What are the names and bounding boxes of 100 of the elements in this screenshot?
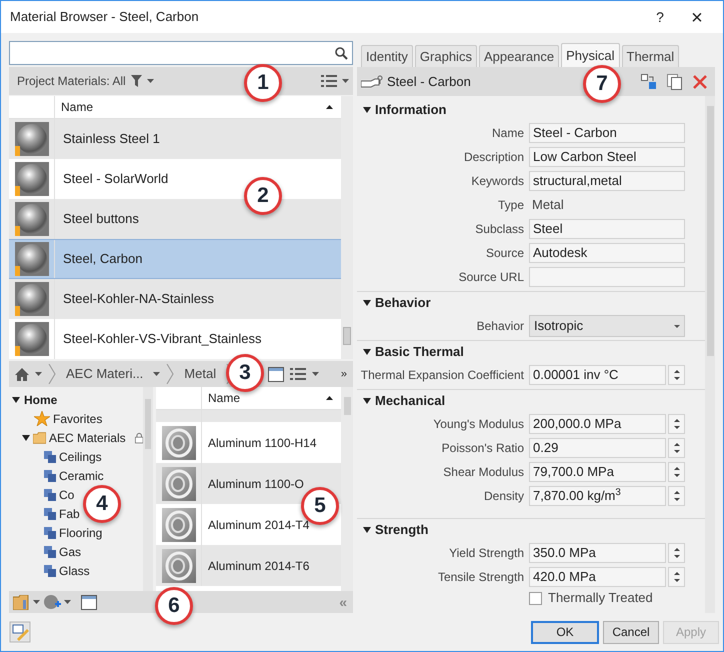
field-value: 7,870.00 kg/m$^{3}$	[533, 486, 621, 506]
breadcrumb-item[interactable]: Metal	[180, 364, 220, 384]
property-label: Source	[486, 245, 524, 262]
tab[interactable]: Physical	[561, 43, 620, 67]
text-field[interactable]: 0.00001 inv °C	[529, 365, 666, 385]
delete-icon[interactable]	[693, 74, 707, 88]
scrollbar[interactable]	[143, 387, 153, 591]
scrollbar[interactable]	[341, 96, 353, 359]
scrollbar[interactable]	[705, 96, 715, 613]
tree-item[interactable]: Flooring	[59, 524, 102, 542]
field-value: 79,700.0 MPa	[533, 463, 614, 482]
caret-icon[interactable]	[342, 79, 349, 83]
spin-button[interactable]	[668, 567, 685, 587]
material-name: Steel-Kohler-VS-Vibrant_Stainless	[62, 330, 262, 348]
more-button[interactable]: »	[340, 366, 347, 382]
tree-item[interactable]: Fab	[59, 504, 80, 522]
tree-item[interactable]: AEC Materials	[48, 428, 126, 446]
property-label: Behavior	[476, 318, 524, 335]
checkbox[interactable]	[529, 592, 542, 604]
dialog-button[interactable]: OK	[531, 620, 599, 644]
tab[interactable]: Graphics	[414, 45, 477, 67]
spin-button[interactable]	[668, 462, 685, 482]
property-label: Yield Strength	[449, 545, 524, 562]
sphere-icon	[14, 242, 48, 276]
copy-icon[interactable]	[667, 74, 683, 90]
text-field[interactable]	[529, 267, 685, 287]
material-row[interactable]: Steel, Carbon	[9, 239, 341, 279]
text-field[interactable]: 7,870.00 kg/m$^{3}$	[529, 486, 666, 506]
add-globe-icon[interactable]	[43, 594, 61, 610]
spin-button[interactable]	[668, 543, 685, 563]
caret-icon[interactable]	[64, 600, 71, 604]
caret-icon[interactable]	[153, 372, 160, 376]
expander-icon[interactable]	[12, 396, 20, 404]
callout-marker: 6	[155, 587, 193, 625]
section-heading[interactable]: Strength	[375, 520, 428, 540]
dropdown[interactable]: Isotropic	[529, 315, 685, 337]
material-row[interactable]: Aluminum 2014-T6	[156, 545, 341, 586]
tree-item[interactable]: Favorites	[53, 410, 102, 428]
spin-button[interactable]	[668, 414, 685, 434]
expander-icon[interactable]	[363, 106, 371, 114]
section-heading[interactable]: Behavior	[375, 293, 431, 313]
spin-button[interactable]	[668, 486, 685, 506]
expander-icon[interactable]	[363, 348, 371, 356]
list-view-icon[interactable]	[290, 367, 306, 381]
section-heading[interactable]: Basic Thermal	[375, 342, 464, 362]
tree-item[interactable]: Ceramic	[59, 466, 104, 484]
panel-icon[interactable]	[81, 594, 97, 610]
expander-icon[interactable]	[363, 397, 371, 405]
sphere-icon	[14, 202, 48, 236]
text-field[interactable]: Steel - Carbon	[529, 123, 685, 143]
folder-icon[interactable]	[13, 594, 30, 610]
list-view-icon[interactable]	[321, 74, 337, 88]
text-field[interactable]: Steel	[529, 219, 685, 239]
text-field[interactable]: 200,000.0 MPa	[529, 414, 666, 434]
tree-item[interactable]: Co	[59, 486, 74, 504]
text-field[interactable]: structural,metal	[529, 171, 685, 191]
material-name: Aluminum 1100-O	[207, 476, 304, 492]
tree-item[interactable]: Glass	[59, 562, 90, 580]
dialog-button[interactable]: Cancel	[603, 620, 659, 644]
property-label: Name	[492, 125, 524, 142]
tab[interactable]: Thermal	[622, 45, 680, 67]
edit-icon[interactable]	[9, 621, 31, 643]
tree-item[interactable]: Ceilings	[59, 448, 102, 466]
tab[interactable]: Identity	[361, 45, 413, 67]
material-row[interactable]: Stainless Steel 1	[9, 119, 341, 159]
property-label: Young's Modulus	[433, 416, 524, 433]
caret-icon[interactable]	[33, 600, 40, 604]
spin-button[interactable]	[668, 365, 685, 385]
caret-icon[interactable]	[312, 372, 319, 376]
tree-item[interactable]: Home	[24, 390, 58, 408]
hand-icon	[361, 74, 383, 88]
breadcrumb-item[interactable]: AEC Materi...	[62, 364, 148, 384]
search-field[interactable]	[9, 41, 353, 65]
tree-item[interactable]: Gas	[59, 542, 82, 560]
expander-icon[interactable]	[363, 526, 371, 534]
filter-icon[interactable]	[130, 75, 142, 87]
swap-icon[interactable]	[641, 74, 657, 90]
caret-icon[interactable]	[35, 372, 42, 376]
down-arrow-icon	[674, 450, 680, 453]
text-field[interactable]: 79,700.0 MPa	[529, 462, 666, 482]
scrollbar[interactable]	[341, 387, 353, 591]
section-heading[interactable]: Mechanical	[375, 391, 446, 411]
panel-icon[interactable]	[268, 366, 284, 382]
column-header[interactable]: Name	[202, 389, 326, 407]
ring-icon	[162, 426, 196, 460]
text-field[interactable]: 350.0 MPa	[529, 543, 666, 563]
text-field[interactable]: Autodesk	[529, 243, 685, 263]
section-heading[interactable]: Information	[375, 100, 446, 120]
close-button[interactable]: ×	[675, 3, 719, 31]
help-button[interactable]: ?	[645, 3, 675, 31]
text-field[interactable]: Low Carbon Steel	[529, 147, 685, 167]
spin-button[interactable]	[668, 438, 685, 458]
home-icon[interactable]	[15, 368, 29, 380]
caret-icon[interactable]	[146, 79, 154, 83]
text-field[interactable]: 0.29	[529, 438, 666, 458]
expander-icon[interactable]	[22, 434, 30, 442]
tab[interactable]: Appearance	[478, 45, 560, 67]
text-field[interactable]: 420.0 MPa	[529, 567, 666, 587]
material-row[interactable]: Steel-Kohler-NA-Stainless	[9, 279, 341, 319]
expander-icon[interactable]	[363, 299, 371, 307]
